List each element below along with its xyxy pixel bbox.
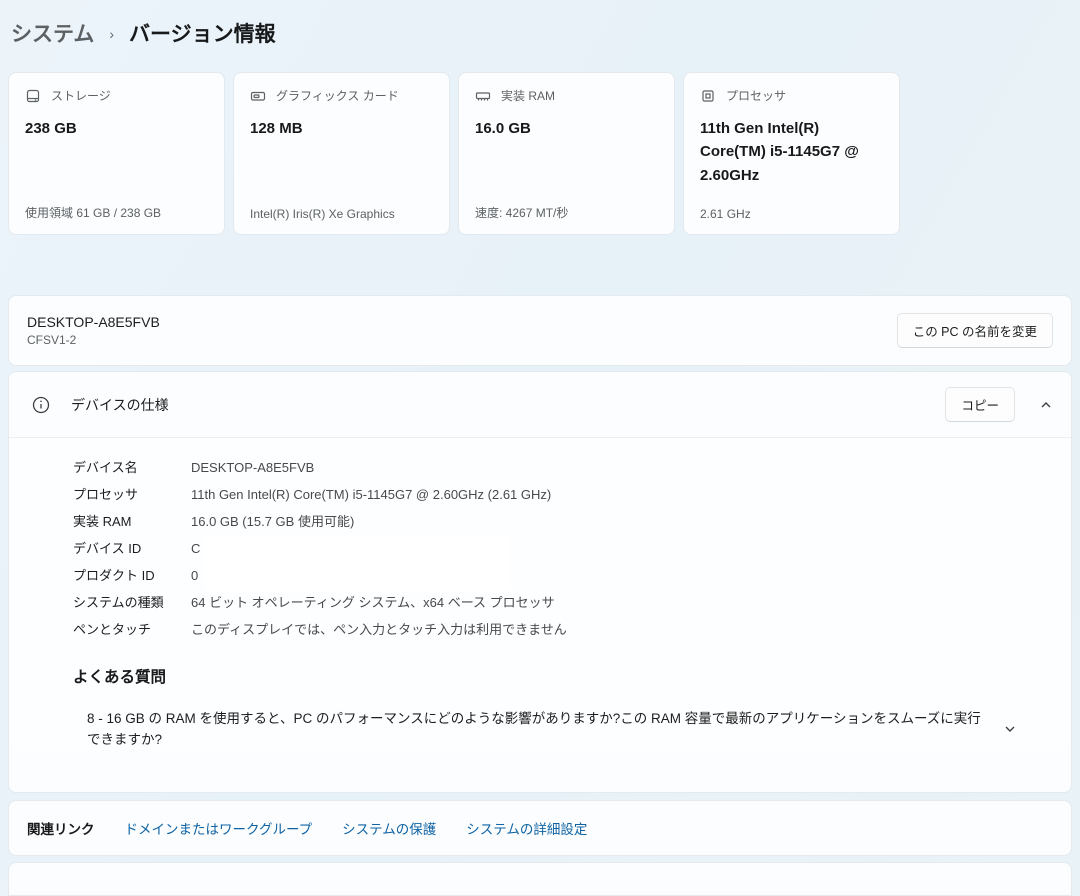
processor-card-value: 11th Gen Intel(R) Core(TM) i5-1145G7 @ 2… [700, 117, 883, 187]
processor-card-label: プロセッサ [726, 87, 786, 104]
device-specs-title: デバイスの仕様 [71, 395, 169, 415]
graphics-card[interactable]: グラフィックス カード 128 MB Intel(R) Iris(R) Xe G… [233, 72, 450, 235]
storage-icon [25, 88, 41, 104]
graphics-card-label: グラフィックス カード [276, 87, 399, 104]
spec-row-device-id: デバイス ID C [73, 539, 1071, 558]
info-icon [31, 395, 51, 415]
faq-question: 8 - 16 GB の RAM を使用すると、PC のパフォーマンスにどのような… [87, 708, 987, 750]
copy-button[interactable]: コピー [945, 387, 1015, 422]
page-title: バージョン情報 [129, 18, 276, 48]
spec-row-ram: 実装 RAM 16.0 GB (15.7 GB 使用可能) [73, 512, 1071, 531]
faq-question-row[interactable]: 8 - 16 GB の RAM を使用すると、PC のパフォーマンスにどのような… [73, 708, 1023, 750]
graphics-card-value: 128 MB [250, 117, 433, 140]
link-domain-or-workgroup[interactable]: ドメインまたはワークグループ [125, 818, 313, 838]
device-name-card: DESKTOP-A8E5FVB CFSV1-2 この PC の名前を変更 [8, 295, 1072, 366]
spec-row-product-id: プロダクト ID 0 [73, 566, 1071, 585]
summary-cards-row: ストレージ 238 GB 使用領域 61 GB / 238 GB グラフィックス… [8, 72, 900, 235]
spec-row-device-name: デバイス名 DESKTOP-A8E5FVB [73, 458, 1071, 477]
breadcrumb: システム › バージョン情報 [11, 18, 276, 48]
device-specs-body: デバイス名 DESKTOP-A8E5FVB プロセッサ 11th Gen Int… [9, 438, 1071, 750]
ram-card-detail: 速度: 4267 MT/秒 [475, 204, 668, 221]
device-specs-card: デバイスの仕様 コピー デバイス名 DESKTOP-A8E5FVB プロセッサ … [8, 371, 1072, 793]
ram-card-label: 実装 RAM [501, 87, 555, 104]
spec-row-system-type: システムの種類 64 ビット オペレーティング システム、x64 ベース プロセ… [73, 593, 1071, 612]
breadcrumb-system[interactable]: システム [11, 18, 94, 48]
processor-card[interactable]: プロセッサ 11th Gen Intel(R) Core(TM) i5-1145… [683, 72, 900, 235]
storage-card-label: ストレージ [51, 87, 111, 104]
chevron-down-icon[interactable] [1003, 722, 1017, 736]
graphics-card-detail: Intel(R) Iris(R) Xe Graphics [250, 207, 443, 221]
device-specs-header[interactable]: デバイスの仕様 コピー [9, 372, 1071, 438]
link-advanced-system-settings[interactable]: システムの詳細設定 [466, 818, 587, 838]
spec-row-pen-touch: ペンとタッチ このディスプレイでは、ペン入力とタッチ入力は利用できません [73, 620, 1071, 639]
next-section-card [8, 862, 1072, 896]
faq-title: よくある質問 [73, 665, 1023, 687]
device-name: DESKTOP-A8E5FVB [27, 314, 160, 330]
product-id-redaction [204, 561, 510, 590]
spec-row-processor: プロセッサ 11th Gen Intel(R) Core(TM) i5-1145… [73, 485, 1071, 504]
ram-card[interactable]: 実装 RAM 16.0 GB 速度: 4267 MT/秒 [458, 72, 675, 235]
ram-card-value: 16.0 GB [475, 117, 658, 140]
rename-pc-button[interactable]: この PC の名前を変更 [897, 313, 1053, 348]
storage-card-value: 238 GB [25, 117, 208, 140]
graphics-card-icon [250, 88, 266, 104]
ram-icon [475, 88, 491, 104]
device-id-redaction [204, 534, 510, 563]
storage-card[interactable]: ストレージ 238 GB 使用領域 61 GB / 238 GB [8, 72, 225, 235]
device-model: CFSV1-2 [27, 333, 160, 347]
storage-card-detail: 使用領域 61 GB / 238 GB [25, 204, 218, 221]
faq-section: よくある質問 8 - 16 GB の RAM を使用すると、PC のパフォーマン… [73, 665, 1071, 750]
related-links-card: 関連リンク ドメインまたはワークグループ システムの保護 システムの詳細設定 [8, 800, 1072, 856]
processor-icon [700, 88, 716, 104]
chevron-up-icon[interactable] [1039, 398, 1053, 412]
related-links-label: 関連リンク [27, 818, 95, 838]
processor-card-detail: 2.61 GHz [700, 207, 893, 221]
link-system-protection[interactable]: システムの保護 [342, 818, 436, 838]
breadcrumb-separator-icon: › [109, 24, 114, 42]
